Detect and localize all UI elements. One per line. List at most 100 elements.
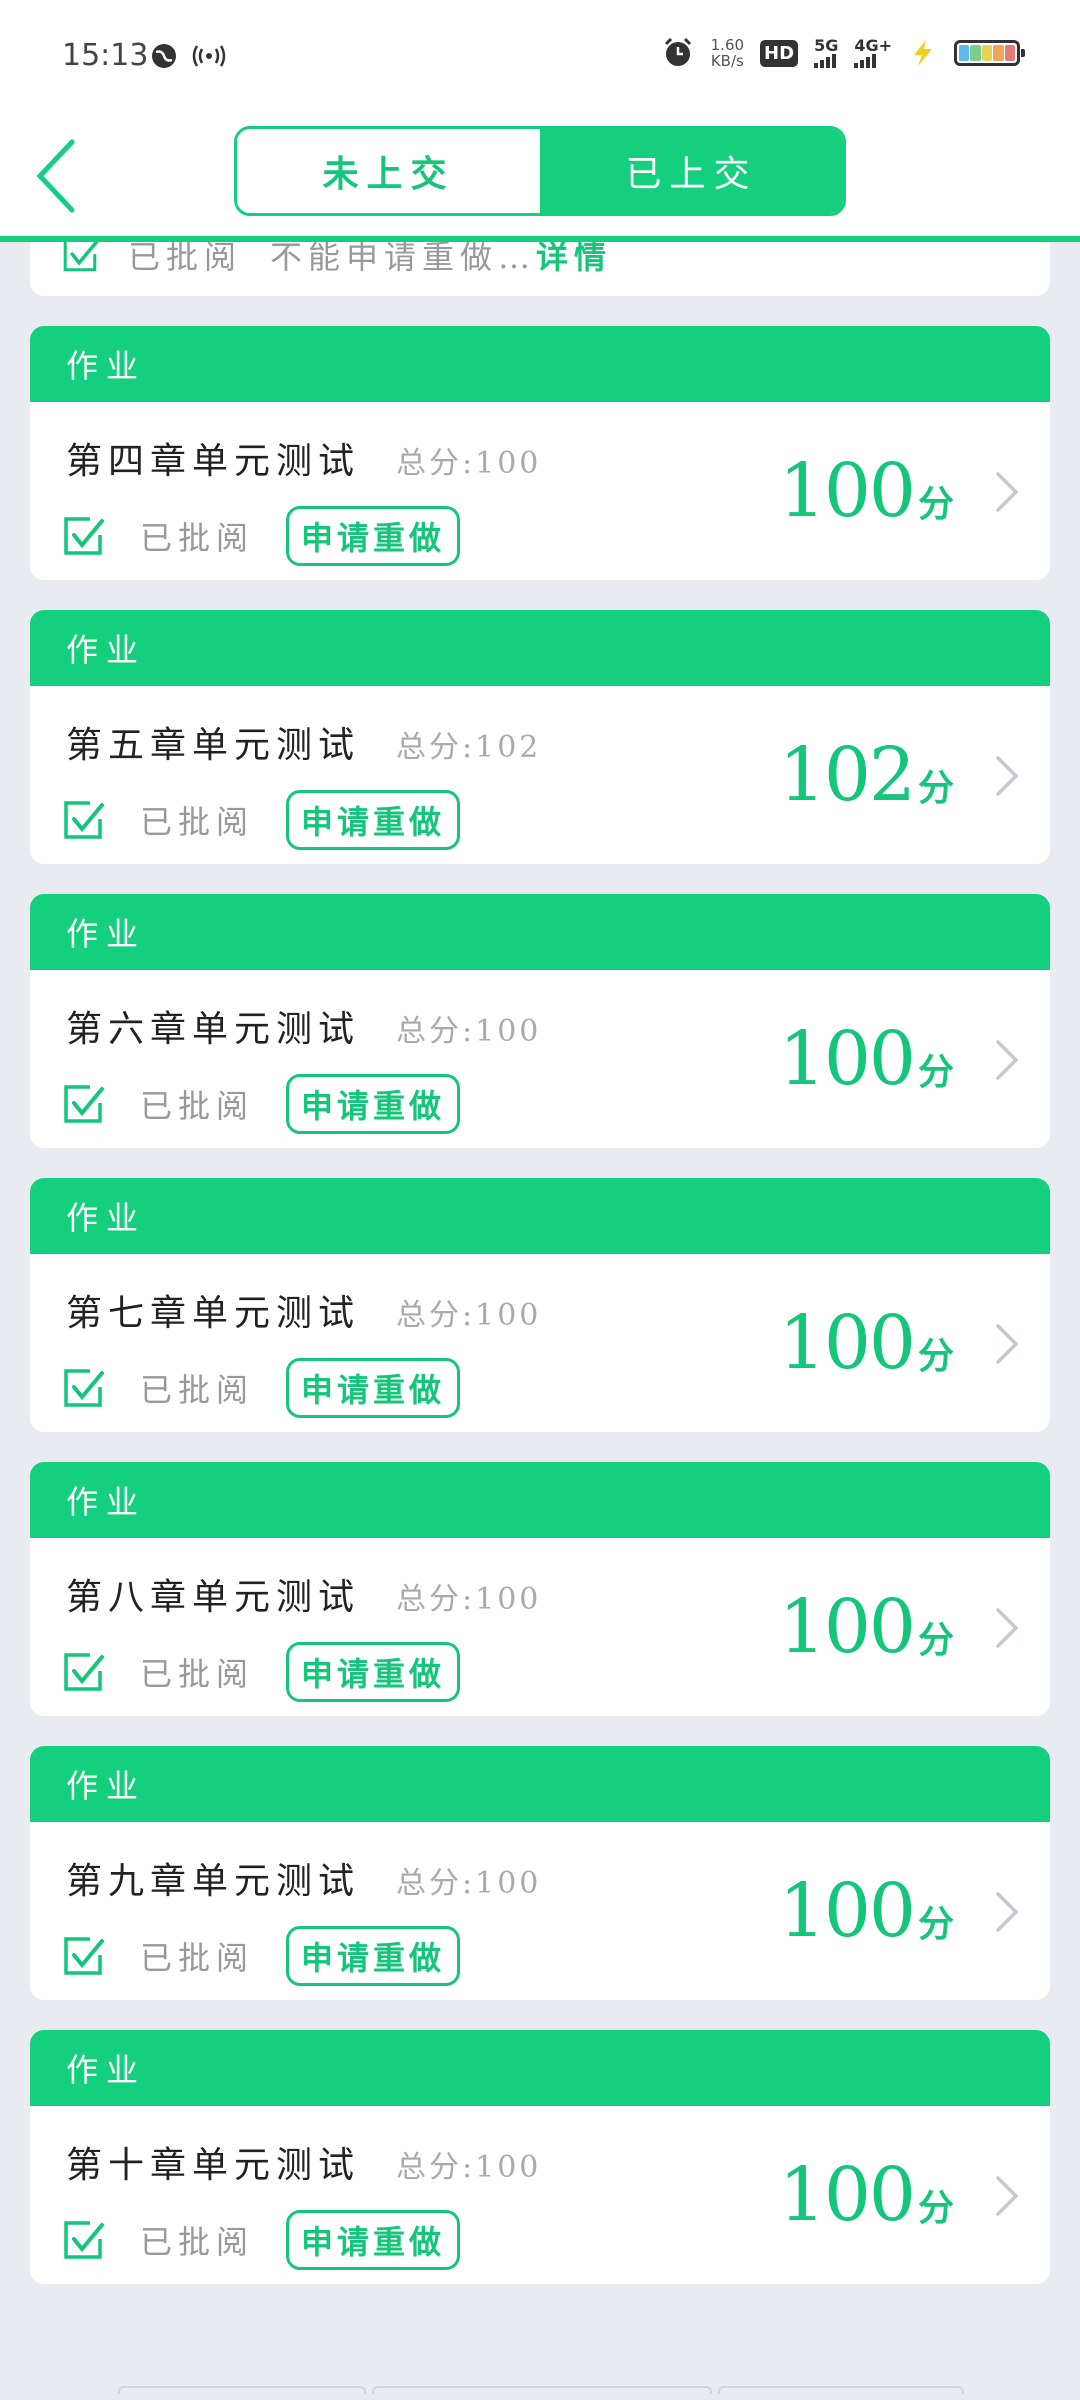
card-title-row: 第八章单元测试 总分:100: [66, 1568, 541, 1620]
partial-card[interactable]: 已批阅 不能申请重做…详情: [30, 242, 1050, 296]
card-body: 第十章单元测试 总分:100 已批阅 申请重做 100 分: [30, 2106, 1050, 2284]
card-status-row: 已批阅 申请重做: [60, 2210, 461, 2270]
score-unit: 分: [917, 1051, 954, 1093]
back-button[interactable]: [20, 130, 90, 222]
score: 100 分: [779, 1868, 954, 1954]
check-square-icon: [64, 517, 104, 555]
score-value: 100: [778, 1868, 916, 1954]
tab-not-submitted[interactable]: 未上交: [237, 129, 540, 213]
network-speed-value: 1.60: [710, 36, 745, 54]
request-redo-button[interactable]: 申请重做: [286, 1358, 461, 1418]
request-redo-button[interactable]: 申请重做: [286, 1074, 461, 1134]
chevron-right-icon[interactable]: [992, 470, 1022, 514]
card-type: 作业: [30, 1746, 1050, 1822]
card-title-row: 第七章单元测试 总分:100: [66, 1284, 541, 1336]
request-redo-button[interactable]: 申请重做: [286, 1926, 461, 1986]
homework-card[interactable]: 作业 第七章单元测试 总分:100 已批阅 申请重做 100 分: [30, 1178, 1050, 1432]
card-total: 总分:100: [396, 1582, 542, 1617]
homework-card[interactable]: 作业 第六章单元测试 总分:100 已批阅 申请重做 100 分: [30, 894, 1050, 1148]
score-value: 100: [778, 1300, 916, 1386]
card-title: 第十章单元测试: [66, 2145, 361, 2186]
card-status-row: 已批阅 申请重做: [60, 1926, 461, 1986]
card-title: 第四章单元测试: [66, 441, 361, 482]
signal-bars-icon: [814, 54, 837, 68]
reviewed-label: 已批阅: [140, 1655, 255, 1693]
globe-icon: [152, 44, 176, 68]
card-status-row: 已批阅 申请重做: [60, 1358, 461, 1418]
score: 100 分: [779, 448, 954, 534]
detail-link[interactable]: 详情: [536, 242, 612, 276]
card-title: 第六章单元测试: [66, 1009, 361, 1050]
chevron-right-icon[interactable]: [992, 2174, 1022, 2218]
homework-card[interactable]: 作业 第五章单元测试 总分:102 已批阅 申请重做 102 分: [30, 610, 1050, 864]
card-status-row: 已批阅 申请重做: [60, 790, 461, 850]
card-title-row: 第五章单元测试 总分:102: [66, 716, 541, 768]
reviewed-label: 已批阅: [140, 2223, 255, 2261]
card-type: 作业: [30, 1462, 1050, 1538]
partial-status: 已批阅: [128, 242, 243, 276]
homework-card[interactable]: 作业 第九章单元测试 总分:100 已批阅 申请重做 100 分: [30, 1746, 1050, 2000]
score-unit: 分: [917, 1903, 954, 1945]
charging-bolt-icon: [914, 40, 932, 66]
score-unit: 分: [917, 767, 954, 809]
card-status-row: 已批阅 申请重做: [60, 1642, 461, 1702]
status-time: 15:13: [62, 38, 149, 73]
score-value: 102: [778, 732, 916, 818]
signal-bars-icon: [854, 54, 877, 68]
homework-card[interactable]: 作业 第四章单元测试 总分:100 已批阅 申请重做 100 分: [30, 326, 1050, 580]
card-type: 作业: [30, 610, 1050, 686]
score-unit: 分: [917, 1619, 954, 1661]
score-unit: 分: [917, 483, 954, 525]
reviewed-label: 已批阅: [140, 1939, 255, 1977]
hotspot-icon: [192, 45, 226, 67]
signal-sim2-label: 4G+: [854, 36, 892, 55]
card-total: 总分:100: [396, 1866, 542, 1901]
chevron-right-icon[interactable]: [992, 754, 1022, 798]
score-value: 100: [778, 448, 916, 534]
chevron-right-icon[interactable]: [992, 1038, 1022, 1082]
check-square-icon: [63, 242, 99, 272]
card-type: 作业: [30, 2030, 1050, 2106]
card-status-row: 已批阅 申请重做: [60, 506, 461, 566]
card-title: 第九章单元测试: [66, 1861, 361, 1902]
score: 100 分: [779, 1300, 954, 1386]
score-value: 100: [778, 2152, 916, 2238]
reviewed-label: 已批阅: [140, 519, 255, 557]
request-redo-button[interactable]: 申请重做: [286, 2210, 461, 2270]
reviewed-label: 已批阅: [140, 1371, 255, 1409]
score-value: 100: [778, 1584, 916, 1670]
card-total: 总分:100: [396, 1298, 542, 1333]
card-title: 第七章单元测试: [66, 1293, 361, 1334]
chevron-left-icon: [36, 139, 75, 213]
homework-list[interactable]: 已批阅 不能申请重做…详情 作业 第四章单元测试 总分:100 已批阅 申请重做…: [0, 242, 1080, 2400]
signal-sim1-label: 5G: [814, 36, 839, 55]
chevron-right-icon[interactable]: [992, 1322, 1022, 1366]
card-type: 作业: [30, 894, 1050, 970]
reviewed-label: 已批阅: [140, 1087, 255, 1125]
card-total: 总分:100: [396, 446, 542, 481]
score-unit: 分: [917, 2187, 954, 2229]
chevron-right-icon[interactable]: [992, 1606, 1022, 1650]
request-redo-button[interactable]: 申请重做: [286, 1642, 461, 1702]
bottom-handle: [118, 2386, 964, 2394]
card-status-row: 已批阅 申请重做: [60, 1074, 461, 1134]
request-redo-button[interactable]: 申请重做: [286, 790, 461, 850]
tab-submitted[interactable]: 已上交: [540, 129, 843, 213]
status-bar: 15:13 1.60 KB/s HD 5G 4G+: [0, 0, 1080, 118]
card-type: 作业: [30, 326, 1050, 402]
score-unit: 分: [917, 1335, 954, 1377]
score: 100 分: [779, 1584, 954, 1670]
card-type: 作业: [30, 1178, 1050, 1254]
signal-sim1: 5G: [814, 38, 838, 68]
homework-card[interactable]: 作业 第十章单元测试 总分:100 已批阅 申请重做 100 分: [30, 2030, 1050, 2284]
chevron-right-icon[interactable]: [992, 1890, 1022, 1934]
network-speed-unit: KB/s: [710, 52, 744, 70]
card-body: 第七章单元测试 总分:100 已批阅 申请重做 100 分: [30, 1254, 1050, 1432]
request-redo-button[interactable]: 申请重做: [286, 506, 461, 566]
homework-card[interactable]: 作业 第八章单元测试 总分:100 已批阅 申请重做 100 分: [30, 1462, 1050, 1716]
card-title: 第八章单元测试: [66, 1577, 361, 1618]
hd-badge: HD: [760, 39, 799, 67]
card-title-row: 第六章单元测试 总分:100: [66, 1000, 541, 1052]
card-title-row: 第四章单元测试 总分:100: [66, 432, 541, 484]
signal-sim2: 4G+: [854, 38, 892, 68]
